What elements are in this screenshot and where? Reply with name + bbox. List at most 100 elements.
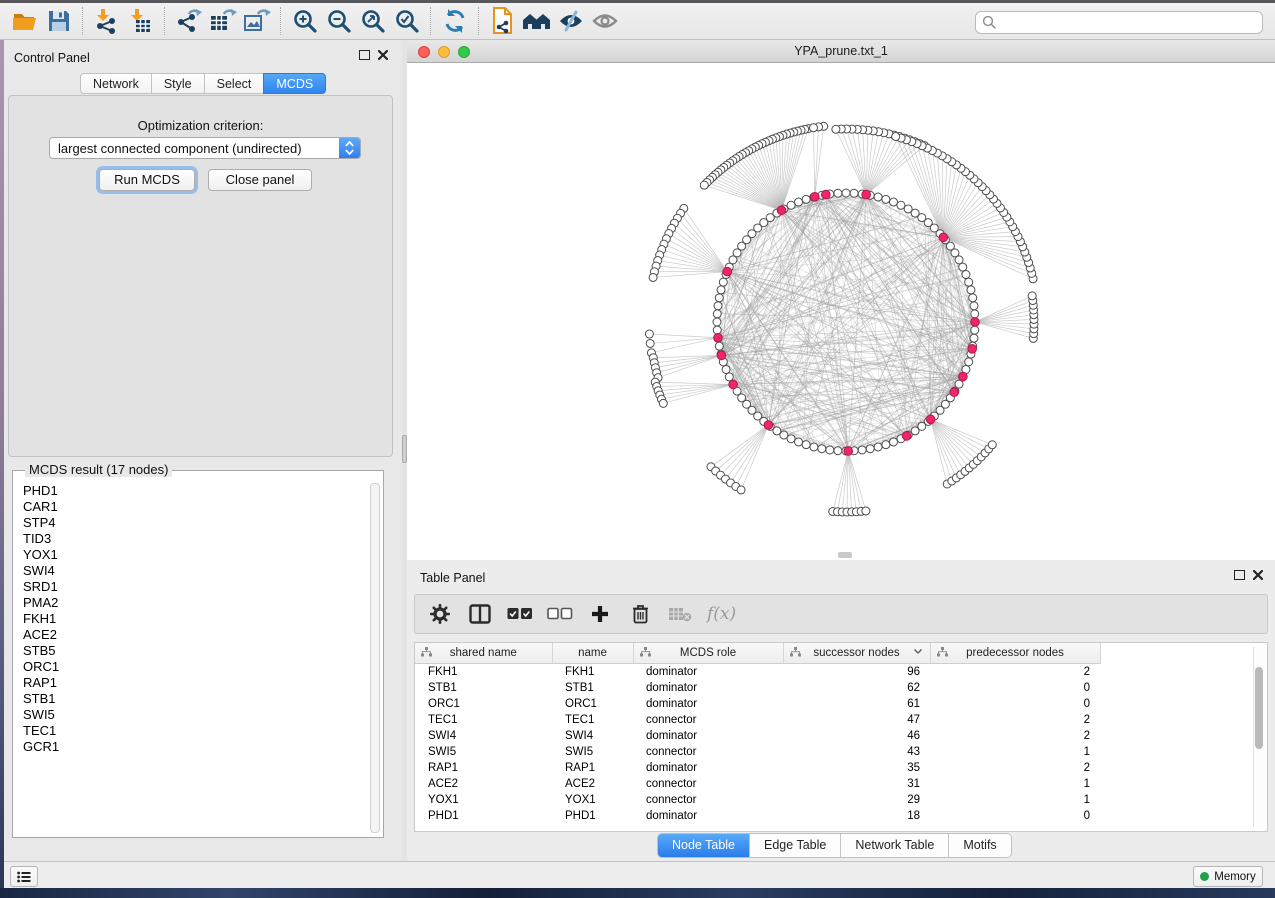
import-table-button[interactable]	[124, 6, 158, 36]
gear-icon	[430, 604, 450, 624]
memory-button[interactable]: Memory	[1193, 866, 1263, 887]
application-window: Control Panel Network Style Select MCDS …	[0, 0, 1275, 898]
horizontal-splitter-grip[interactable]	[838, 552, 852, 558]
table-row[interactable]: PHD1PHD1dominator180	[415, 808, 1247, 824]
col-successor-nodes[interactable]: successor nodes	[783, 643, 930, 664]
table-row[interactable]: STB1STB1dominator620	[415, 680, 1247, 696]
zoom-in-button[interactable]	[288, 6, 322, 36]
search-input[interactable]	[997, 13, 1262, 33]
close-table-panel-icon[interactable]	[1253, 570, 1263, 580]
close-panel-icon[interactable]	[378, 50, 388, 60]
table-row[interactable]: RAP1RAP1dominator352	[415, 760, 1247, 776]
add-column-button[interactable]	[587, 601, 613, 627]
mcds-result-item[interactable]: ACE2	[15, 627, 369, 643]
float-table-panel-icon[interactable]	[1234, 570, 1245, 580]
table-panel-title: Table Panel	[420, 571, 485, 585]
mcds-result-item[interactable]: SWI5	[15, 707, 369, 723]
zoom-out-button[interactable]	[322, 6, 356, 36]
show-columns-button[interactable]	[467, 601, 493, 627]
mcds-result-item[interactable]: STP4	[15, 515, 369, 531]
criterion-dropdown[interactable]: largest connected component (undirected)	[49, 137, 361, 159]
table-panel: Table Panel	[407, 563, 1275, 862]
mcds-list-scrollbar[interactable]	[370, 483, 380, 833]
task-list-icon	[17, 871, 31, 883]
main-toolbar	[0, 3, 1275, 40]
mcds-result-item[interactable]: TEC1	[15, 723, 369, 739]
network-graph[interactable]	[407, 63, 1275, 560]
tab-edge-table[interactable]: Edge Table	[750, 834, 841, 857]
table-row[interactable]: YOX1YOX1connector291	[415, 792, 1247, 808]
attribute-icon	[790, 647, 801, 657]
mcds-result-item[interactable]: STB1	[15, 691, 369, 707]
mcds-result-item[interactable]: FKH1	[15, 611, 369, 627]
mcds-result-item[interactable]: RAP1	[15, 675, 369, 691]
table-row[interactable]: SWI4SWI4dominator462	[415, 728, 1247, 744]
table-scrollbar-thumb[interactable]	[1255, 667, 1263, 749]
export-table-button[interactable]	[206, 6, 240, 36]
mcds-result-item[interactable]: PHD1	[15, 483, 369, 499]
col-name[interactable]: name	[552, 643, 633, 664]
open-session-button[interactable]	[8, 6, 42, 36]
col-predecessor-nodes[interactable]: predecessor nodes	[930, 643, 1100, 664]
mcds-result-item[interactable]: GCR1	[15, 739, 369, 755]
tab-node-table[interactable]: Node Table	[658, 834, 750, 857]
col-mcds-role[interactable]: MCDS role	[633, 643, 783, 664]
tab-mcds[interactable]: MCDS	[263, 73, 326, 94]
bird-eye-view-button[interactable]	[588, 6, 622, 36]
tab-style[interactable]: Style	[151, 73, 204, 94]
table-row[interactable]: ACE2ACE2connector311	[415, 776, 1247, 792]
table-row[interactable]: ORC1ORC1dominator610	[415, 696, 1247, 712]
tab-motifs[interactable]: Motifs	[949, 834, 1010, 857]
zoom-fit-button[interactable]	[356, 6, 390, 36]
tab-network[interactable]: Network	[80, 73, 151, 94]
import-network-button[interactable]	[90, 6, 124, 36]
network-window-titlebar[interactable]: YPA_prune.txt_1	[407, 40, 1275, 63]
mcds-result-item[interactable]: PMA2	[15, 595, 369, 611]
mcds-result-list[interactable]: PHD1CAR1STP4TID3YOX1SWI4SRD1PMA2FKH1ACE2…	[15, 483, 369, 834]
mcds-result-item[interactable]: CAR1	[15, 499, 369, 515]
zoom-selected-button[interactable]	[390, 6, 424, 36]
deselect-all-button[interactable]	[547, 601, 573, 627]
table-row[interactable]: FKH1FKH1dominator962	[415, 664, 1247, 681]
task-history-button[interactable]	[10, 866, 38, 887]
home-networks-button[interactable]	[520, 6, 554, 36]
function-builder-button[interactable]: f(x)	[707, 604, 736, 624]
col-shared-name[interactable]: shared name	[415, 643, 552, 664]
tab-select[interactable]: Select	[204, 73, 264, 94]
mcds-result-item[interactable]: TID3	[15, 531, 369, 547]
delete-table-icon	[668, 606, 692, 622]
close-panel-button[interactable]: Close panel	[208, 169, 312, 191]
houses-icon	[522, 9, 552, 33]
export-image-button[interactable]	[240, 6, 274, 36]
export-network-button[interactable]	[172, 6, 206, 36]
attribute-icon	[421, 647, 432, 657]
select-all-button[interactable]	[507, 601, 533, 627]
network-canvas[interactable]	[407, 63, 1275, 560]
delete-column-button[interactable]	[627, 601, 653, 627]
mcds-result-item[interactable]: YOX1	[15, 547, 369, 563]
hide-unhide-button[interactable]	[554, 6, 588, 36]
plus-icon	[591, 605, 609, 623]
toolbar-separator	[430, 7, 432, 35]
refresh-layout-button[interactable]	[438, 6, 472, 36]
mcds-result-item[interactable]: SWI4	[15, 563, 369, 579]
mcds-result-item[interactable]: ORC1	[15, 659, 369, 675]
search-field[interactable]	[975, 11, 1263, 34]
table-row[interactable]: SWI5SWI5connector431	[415, 744, 1247, 760]
criterion-value: largest connected component (undirected)	[50, 141, 339, 156]
share-document-button[interactable]	[486, 6, 520, 36]
delete-table-button[interactable]	[667, 601, 693, 627]
run-mcds-button[interactable]: Run MCDS	[99, 169, 195, 191]
zoom-in-icon	[292, 8, 318, 34]
table-settings-button[interactable]	[427, 601, 453, 627]
mcds-result-group: MCDS result (17 nodes) PHD1CAR1STP4TID3Y…	[12, 470, 384, 838]
export-image-icon	[243, 8, 271, 34]
mcds-result-item[interactable]: SRD1	[15, 579, 369, 595]
mcds-options-panel: Optimization criterion: largest connecte…	[8, 95, 393, 457]
table-row[interactable]: TEC1TEC1connector472	[415, 712, 1247, 728]
tab-network-table[interactable]: Network Table	[841, 834, 949, 857]
mcds-result-item[interactable]: STB5	[15, 643, 369, 659]
float-panel-icon[interactable]	[359, 50, 370, 60]
save-session-button[interactable]	[42, 6, 76, 36]
table-scrollbar[interactable]	[1253, 647, 1265, 827]
